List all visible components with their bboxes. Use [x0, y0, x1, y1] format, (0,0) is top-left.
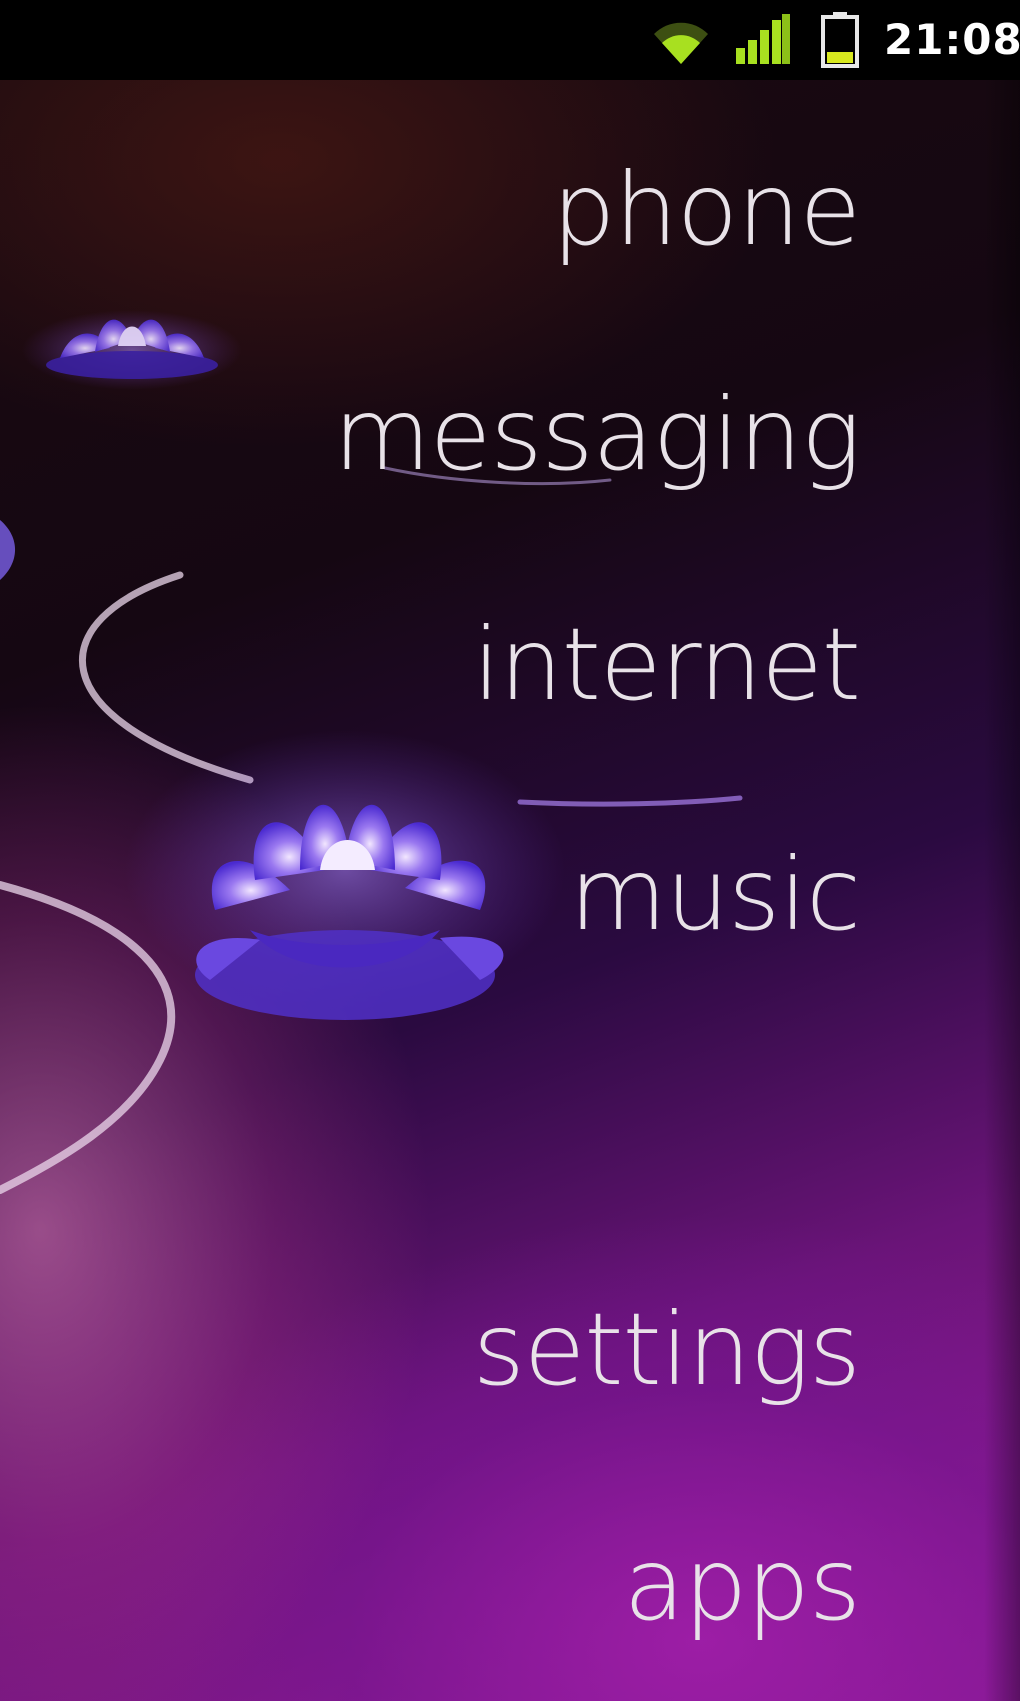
launcher-menu: phone messaging internet music settings …: [0, 0, 1020, 1701]
status-bar: 21:08: [0, 0, 1020, 80]
menu-item-phone[interactable]: phone: [552, 150, 861, 270]
menu-item-internet[interactable]: internet: [473, 605, 861, 725]
menu-item-messaging[interactable]: messaging: [333, 375, 861, 495]
signal-icon: [736, 14, 790, 64]
wifi-icon: [654, 22, 708, 64]
battery-icon: [821, 12, 859, 68]
menu-item-settings[interactable]: settings: [473, 1290, 861, 1410]
menu-item-music[interactable]: music: [569, 835, 861, 955]
home-screen: 21:08 phone messaging internet music set…: [0, 0, 1020, 1701]
status-clock: 21:08: [884, 15, 1020, 64]
menu-item-apps[interactable]: apps: [624, 1525, 861, 1645]
